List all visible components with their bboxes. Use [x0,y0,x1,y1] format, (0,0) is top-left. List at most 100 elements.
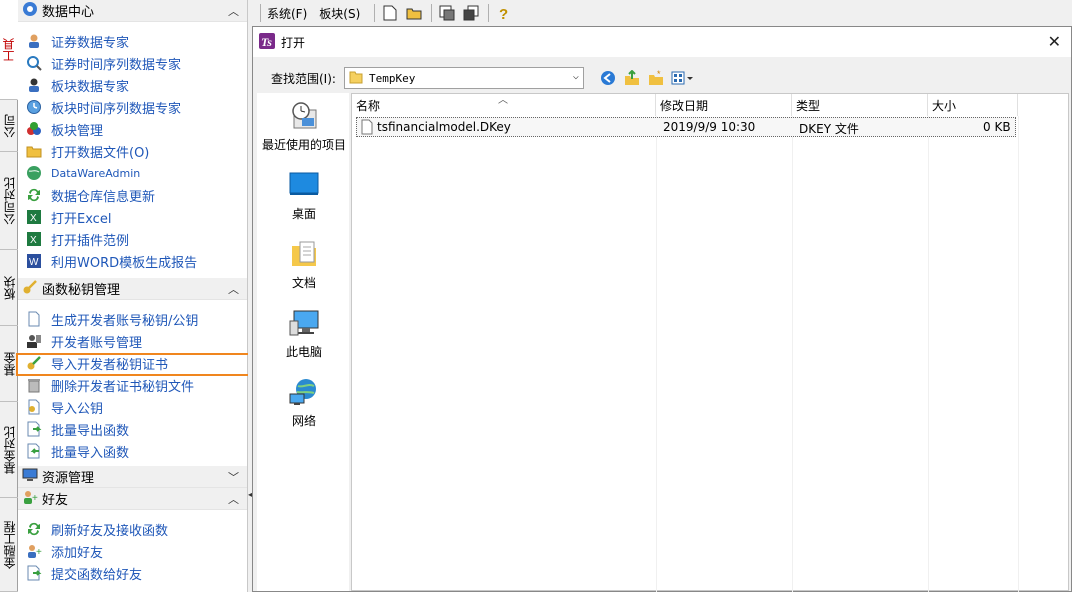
import-icon [26,443,42,459]
help-icon[interactable]: ? [495,4,513,22]
menu-system[interactable]: 系统(F) [267,5,307,22]
key-icon [22,279,38,298]
sidebar-item[interactable]: 生成开发者账号秘钥/公钥 [18,308,247,330]
section-header-friends[interactable]: + 好友 ︿ [18,488,247,510]
sidebar-item[interactable]: 板块管理 [18,118,247,140]
new-file-icon[interactable] [381,4,399,22]
magnifier-icon [26,55,42,71]
tab-company[interactable]: 公司 [0,100,18,152]
dialog-title: 打开 [281,35,306,50]
file-list[interactable]: 名称 ︿ 修改日期 类型 大小 tsfinancialmodel.DKey 20… [351,93,1069,592]
menu-block[interactable]: 板块(S) [319,5,360,22]
close-icon[interactable]: ✕ [1048,32,1061,51]
section-header-resources[interactable]: 资源管理 ﹀ [18,466,247,488]
recent-items-icon [288,100,320,132]
sidebar-item[interactable]: 证券数据专家 [18,30,247,52]
computer-icon [288,307,320,339]
svg-text:?: ? [499,6,508,21]
section-header-key-management[interactable]: 函数秘钥管理 ︿ [18,278,247,300]
chevron-down-icon[interactable]: ﹀ [228,469,239,485]
lookin-select[interactable]: TempKey ⌵ [343,67,584,89]
excel-icon: X [26,231,42,247]
chevron-down-icon: ⌵ [572,71,579,82]
user-icon [26,33,42,49]
sidebar-item[interactable]: 证券时间序列数据专家 [18,52,247,74]
toolbar: 系统(F) 板块(S) ? [252,0,1072,26]
highlight-box [16,353,252,376]
sidebar-item[interactable]: 板块数据专家 [18,74,247,96]
svg-text:Ts: Ts [261,35,272,49]
sidebar-item[interactable]: 批量导入函数 [18,440,247,462]
file-row[interactable]: tsfinancialmodel.DKey 2019/9/9 10:30 DKE… [356,117,1016,137]
folder-icon [26,143,42,159]
sidebar-item[interactable]: 提交函数给好友 [18,562,247,584]
section-header-data-center[interactable]: 数据中心 ︿ [18,0,247,22]
vertical-tab-strip: 工具 公司 公司对比 板块 基金 基金对比 金融工程 [0,0,18,592]
tab-financial-engineering[interactable]: 金融工程 [0,498,18,592]
data-center-icon [22,1,38,20]
monitor-icon [22,467,38,486]
sidebar-item[interactable]: DataWareAdmin [18,162,247,184]
svg-text:*: * [657,70,661,79]
column-divider [1018,116,1019,592]
column-header-type[interactable]: 类型 [792,94,928,116]
file-name: tsfinancialmodel.DKey [377,120,511,134]
tab-block[interactable]: 板块 [0,250,18,326]
sidebar-item[interactable]: + 添加好友 [18,540,247,562]
svg-text:+: + [32,493,38,504]
toolbar-divider [431,4,433,22]
window-icon[interactable] [438,4,456,22]
sort-up-icon: ︿ [498,95,508,106]
column-header-size[interactable]: 大小 [928,94,1018,116]
lookin-value: TempKey [368,71,416,85]
place-desktop[interactable]: 桌面 [258,169,350,222]
tab-tools[interactable]: 工具 [0,0,18,100]
sidebar-item[interactable]: 开发者账号管理 [18,330,247,352]
toolbar-divider [374,4,376,22]
sidebar-item[interactable]: 数据仓库信息更新 [18,184,247,206]
place-network[interactable]: 网络 [258,376,350,429]
network-icon [288,376,320,408]
section-title: 函数秘钥管理 [42,283,121,298]
app-icon: Ts [259,32,275,52]
sidebar-item[interactable]: X 打开插件范例 [18,228,247,250]
refresh-icon [26,521,42,537]
tab-company-compare[interactable]: 公司对比 [0,152,18,250]
up-folder-icon[interactable] [622,68,642,88]
sidebar-item[interactable]: 导入公钥 [18,396,247,418]
toolbar-grip [260,4,261,22]
chevron-up-icon[interactable]: ︿ [228,491,239,507]
svg-text:X: X [30,213,37,224]
excel-icon: X [26,209,42,225]
chevron-up-icon[interactable]: ︿ [228,3,239,19]
chevron-up-icon[interactable]: ︿ [228,281,239,297]
place-documents[interactable]: 文档 [258,238,350,291]
sidebar-item[interactable]: X 打开Excel [18,206,247,228]
sidebar-item[interactable]: W 利用WORD模板生成报告 [18,250,247,272]
sidebar-item[interactable]: 删除开发者证书秘钥文件 [18,374,247,396]
svg-text:+: + [36,547,42,558]
open-folder-icon[interactable] [405,4,423,22]
add-friend-icon: + [26,543,42,559]
sidebar-item[interactable]: 刷新好友及接收函数 [18,518,247,540]
column-header-date[interactable]: 修改日期 [656,94,792,116]
folder-icon [349,70,363,87]
sidebar-item[interactable]: 板块时间序列数据专家 [18,96,247,118]
place-this-pc[interactable]: 此电脑 [258,307,350,360]
new-folder-icon[interactable]: * [646,68,666,88]
balls-icon [26,121,42,137]
dialog-body: 查找范围(I): TempKey ⌵ * 最近使用的项目 桌面 文档 此电脑 网… [253,57,1071,592]
toolbar-divider [488,4,490,22]
tab-fund-compare[interactable]: 基金对比 [0,402,18,498]
export-icon [26,421,42,437]
view-menu-icon[interactable] [670,68,696,88]
documents-icon [288,238,320,270]
sidebar-item[interactable]: 批量导出函数 [18,418,247,440]
sidebar-item[interactable]: 打开数据文件(O) [18,140,247,162]
cascade-icon[interactable] [462,4,480,22]
place-recent[interactable]: 最近使用的项目 [258,100,350,153]
back-icon[interactable] [598,68,618,88]
sidebar: 数据中心 ︿ 证券数据专家 证券时间序列数据专家 板块数据专家 板块时间序列数据… [18,0,248,592]
dialog-titlebar[interactable]: Ts 打开 [253,27,1071,57]
file-size: 0 KB [983,120,1011,134]
